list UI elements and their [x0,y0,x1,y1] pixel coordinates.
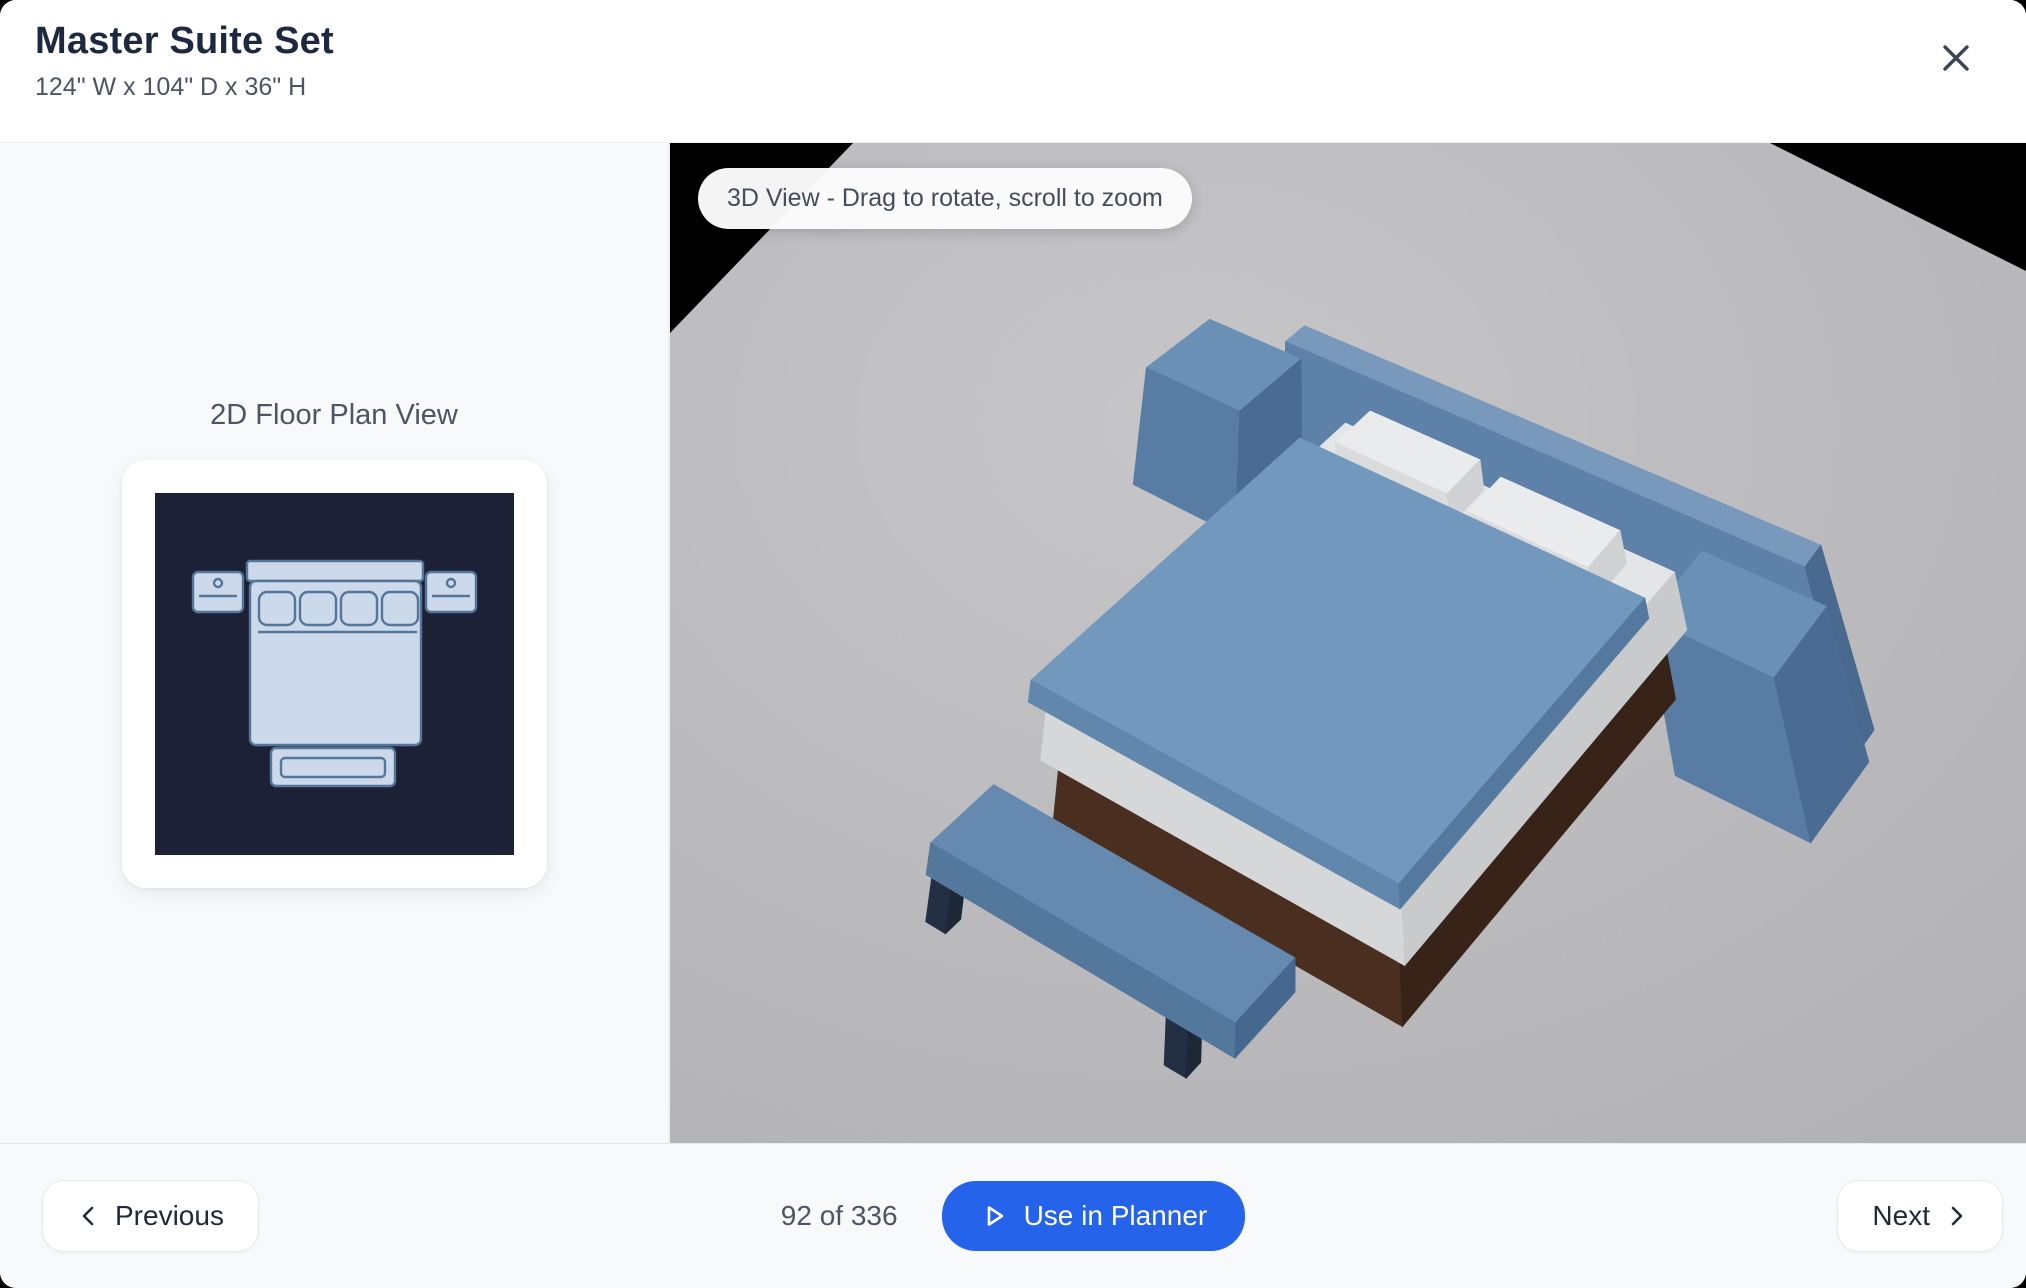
item-dimensions: 124" W x 104" D x 36" H [35,73,2026,102]
viewer-tooltip: 3D View - Drag to rotate, scroll to zoom [698,168,1192,229]
next-button[interactable]: Next [1837,1180,2003,1252]
plan-pillow [259,592,295,625]
next-label: Next [1872,1200,1930,1232]
modal-footer: Previous 92 of 336 Use in Planner Next [0,1143,2026,1288]
use-in-planner-button[interactable]: Use in Planner [942,1181,1246,1251]
floor-plan-panel: 2D Floor Plan View [0,143,670,1143]
plan-bench [271,748,395,786]
floor-plan-thumbnail [155,493,514,855]
plan-headboard [247,561,423,581]
furniture-preview-modal: Master Suite Set 124" W x 104" D x 36" H… [0,0,2026,1288]
close-icon [1939,41,1973,75]
plan-pillow [382,592,418,625]
item-counter: 92 of 336 [781,1200,898,1232]
use-in-planner-label: Use in Planner [1024,1200,1208,1232]
plan-pillow [300,592,336,625]
page-title: Master Suite Set [35,20,2026,63]
bed-3d-model [670,143,2026,1143]
floor-plan-card [122,460,547,888]
chevron-left-icon [77,1204,101,1228]
modal-body: 2D Floor Plan View [0,143,2026,1143]
plan-pillow [341,592,377,625]
previous-label: Previous [115,1200,224,1232]
play-icon [980,1202,1008,1230]
viewer-3d-canvas[interactable]: 3D View - Drag to rotate, scroll to zoom [670,143,2026,1143]
footer-center: 92 of 336 Use in Planner [781,1181,1245,1251]
close-button[interactable] [1930,32,1982,84]
chevron-right-icon [1944,1204,1968,1228]
modal-header: Master Suite Set 124" W x 104" D x 36" H [0,0,2026,143]
floor-plan-label: 2D Floor Plan View [210,399,458,432]
previous-button[interactable]: Previous [42,1180,259,1252]
